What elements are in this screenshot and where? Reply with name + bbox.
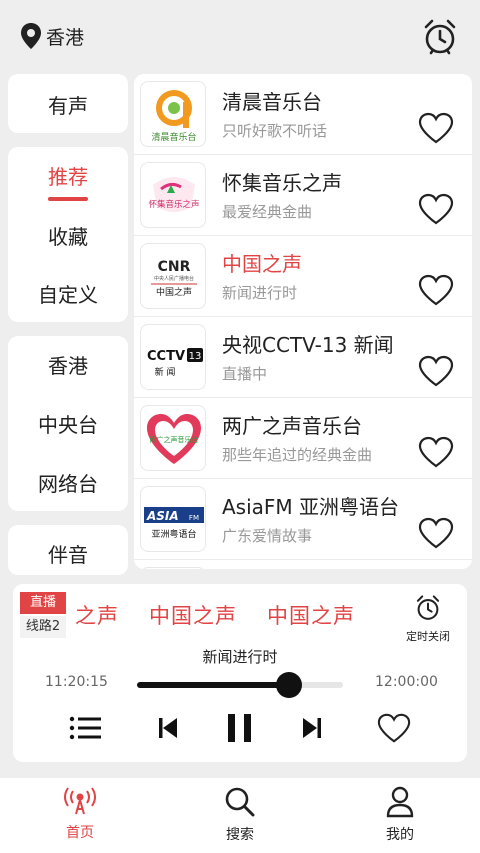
logo-fm: FM bbox=[189, 514, 199, 522]
station-logo: CNR 中央人民广播电台 中国之声 bbox=[140, 243, 206, 309]
logo-caption: 新 闻 bbox=[155, 366, 176, 378]
sleep-timer-button[interactable]: 定时关闭 bbox=[401, 594, 455, 644]
bottom-tab-bar: 首页 搜索 我的 bbox=[0, 778, 480, 853]
heart-icon[interactable] bbox=[377, 710, 411, 746]
sidebar-group-audio: 有声 bbox=[8, 74, 128, 133]
alarm-clock-icon bbox=[416, 595, 440, 620]
progress-slider[interactable] bbox=[137, 672, 343, 698]
top-bar: 香港 bbox=[0, 0, 480, 74]
heart-icon[interactable] bbox=[418, 193, 454, 225]
marquee-text: 中国之声 bbox=[267, 604, 355, 628]
sidebar-item-hongkong[interactable]: 香港 bbox=[8, 350, 128, 379]
station-row[interactable]: CCTV 13 新 闻 央视CCTV-13 新闻 直播中 bbox=[134, 317, 472, 398]
sidebar-item-audio[interactable]: 有声 bbox=[8, 90, 128, 119]
location-label: 香港 bbox=[46, 26, 85, 49]
sidebar-group-more: 伴音 bbox=[8, 525, 128, 575]
station-row[interactable]: 清晨音乐台 清晨音乐台 只听好歌不听话 bbox=[134, 74, 472, 155]
heart-icon[interactable] bbox=[418, 517, 454, 549]
station-row[interactable]: ASIA FM 亚洲粤语台 AsiaFM 亚洲粤语台 广东爱情故事 bbox=[134, 479, 472, 560]
tab-profile[interactable]: 我的 bbox=[350, 786, 450, 844]
tab-label: 首页 bbox=[66, 825, 94, 841]
now-playing-program: 新闻进行时 bbox=[202, 648, 278, 666]
location-selector[interactable]: 香港 bbox=[20, 22, 84, 50]
progress-handle[interactable] bbox=[276, 672, 303, 698]
station-subtitle: 新闻进行时 bbox=[222, 284, 298, 302]
logo-caption: 清晨音乐台 bbox=[151, 131, 196, 143]
logo-caption: 中国之声 bbox=[156, 286, 192, 298]
tab-search[interactable]: 搜索 bbox=[190, 786, 290, 844]
progress-fill bbox=[137, 682, 290, 688]
station-subtitle: 只听好歌不听话 bbox=[222, 122, 328, 140]
start-time: 11:20:15 bbox=[45, 674, 108, 690]
tab-label: 搜索 bbox=[226, 827, 254, 843]
sidebar-item-favorites[interactable]: 收藏 bbox=[8, 221, 128, 250]
live-badge: 直播 bbox=[20, 592, 66, 614]
heart-icon[interactable] bbox=[418, 355, 454, 387]
sidebar-group-main: 推荐 收藏 自定义 bbox=[8, 147, 128, 322]
logo-brand: CNR bbox=[158, 259, 191, 275]
marquee-text: 之声 bbox=[75, 604, 119, 628]
alarm-clock-icon[interactable] bbox=[422, 18, 458, 56]
station-logo: CCTV 13 新 闻 bbox=[140, 324, 206, 390]
station-subtitle: 那些年追过的经典金曲 bbox=[222, 446, 373, 464]
station-title: 中国之声 bbox=[222, 252, 302, 276]
heart-icon[interactable] bbox=[418, 436, 454, 468]
user-icon bbox=[386, 786, 414, 818]
logo-caption: 两广之声音乐台 bbox=[150, 435, 199, 444]
station-title: 两广之声音乐台 bbox=[222, 414, 362, 438]
sleep-timer-label: 定时关闭 bbox=[406, 630, 450, 643]
previous-icon[interactable] bbox=[157, 710, 179, 746]
logo-number: 13 bbox=[189, 351, 202, 362]
tab-label: 我的 bbox=[386, 827, 414, 843]
station-row[interactable]: CNR 中央人民广播电台 中国之声 中国之声 新闻进行时 bbox=[134, 236, 472, 317]
heart-icon[interactable] bbox=[418, 274, 454, 306]
tab-home[interactable]: 首页 bbox=[30, 786, 130, 842]
station-list: 清晨音乐台 清晨音乐台 只听好歌不听话 怀集音乐之声 怀集音乐之声 最爱经典金曲… bbox=[134, 74, 472, 569]
station-title: 怀集音乐之声 bbox=[222, 171, 342, 195]
sidebar-item-network[interactable]: 网络台 bbox=[8, 468, 128, 497]
station-title: 央视CCTV-13 新闻 bbox=[222, 333, 394, 357]
sidebar-item-central[interactable]: 中央台 bbox=[8, 409, 128, 438]
search-icon bbox=[225, 787, 255, 817]
station-logo: ASIA FM 亚洲粤语台 bbox=[140, 486, 206, 552]
station-logo: 两广之声音乐台 bbox=[140, 405, 206, 471]
playlist-icon[interactable] bbox=[69, 710, 103, 746]
station-title: AsiaFM 亚洲粤语台 bbox=[222, 495, 400, 519]
logo-brand: CCTV bbox=[147, 349, 185, 364]
station-row-partial[interactable] bbox=[134, 560, 472, 569]
pause-icon[interactable] bbox=[225, 710, 255, 746]
sidebar-item-recommend[interactable]: 推荐 bbox=[8, 161, 128, 190]
station-subtitle: 直播中 bbox=[222, 365, 268, 383]
station-subtitle: 广东爱情故事 bbox=[222, 527, 313, 545]
marquee-text: 中国之声 bbox=[149, 604, 237, 628]
station-logo bbox=[140, 567, 206, 569]
station-row[interactable]: 怀集音乐之声 怀集音乐之声 最爱经典金曲 bbox=[134, 155, 472, 236]
logo-brand: ASIA bbox=[146, 509, 179, 523]
end-time: 12:00:00 bbox=[375, 674, 438, 690]
station-title: 清晨音乐台 bbox=[222, 90, 322, 114]
station-logo: 清晨音乐台 bbox=[140, 81, 206, 147]
sidebar-item-accompany[interactable]: 伴音 bbox=[8, 539, 128, 568]
logo-caption: 怀集音乐之声 bbox=[148, 199, 199, 210]
heart-icon[interactable] bbox=[418, 112, 454, 144]
next-icon[interactable] bbox=[301, 710, 323, 746]
player-card: 直播 线路2 之声 中国之声 中国之声 定时关闭 新闻进行时 11:20:15 12… bbox=[13, 584, 467, 762]
radio-icon bbox=[64, 787, 96, 815]
location-pin-icon bbox=[21, 23, 41, 49]
station-row[interactable]: 两广之声音乐台 两广之声音乐台 那些年追过的经典金曲 bbox=[134, 398, 472, 479]
logo-small-caption: 中央人民广播电台 bbox=[154, 275, 194, 282]
station-subtitle: 最爱经典金曲 bbox=[222, 203, 313, 221]
sidebar-item-custom[interactable]: 自定义 bbox=[8, 279, 128, 308]
logo-caption: 亚洲粤语台 bbox=[151, 528, 196, 540]
sidebar-group-regions: 香港 中央台 网络台 bbox=[8, 336, 128, 511]
active-indicator bbox=[48, 197, 88, 201]
now-playing-marquee: 之声 中国之声 中国之声 bbox=[75, 600, 395, 630]
station-logo: 怀集音乐之声 bbox=[140, 162, 206, 228]
line-selector[interactable]: 线路2 bbox=[20, 616, 66, 638]
